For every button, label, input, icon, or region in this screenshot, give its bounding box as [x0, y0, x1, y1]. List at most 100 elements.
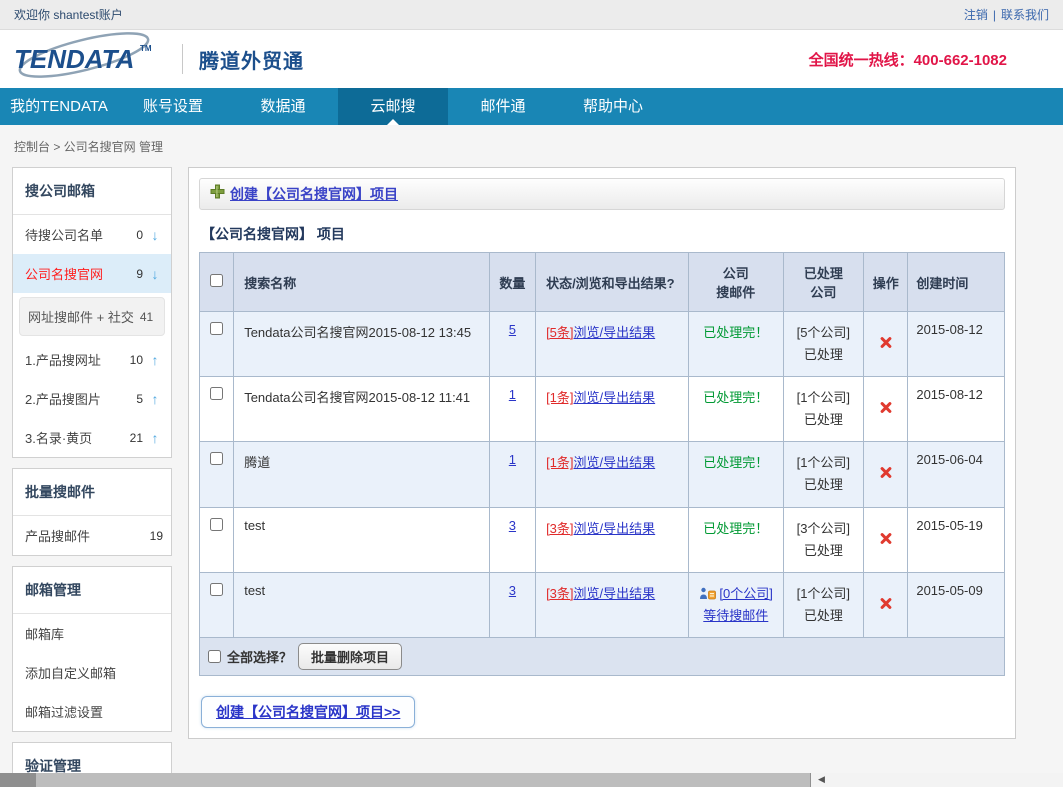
table-row: 腾道 1 [1条]浏览/导出结果 已处理完！ [1个公司] 已处理 2015-0…: [200, 442, 1005, 507]
sidebar-item-directory-yellowpages[interactable]: 3.名录·黄页 21 ↑: [13, 418, 171, 457]
sidebar-item-product-image-search[interactable]: 2.产品搜图片 5 ↑: [13, 379, 171, 418]
batch-delete-button[interactable]: 批量删除项目: [298, 643, 402, 670]
created-date: 2015-05-19: [908, 507, 1005, 572]
browse-export-link[interactable]: 浏览/导出结果: [574, 390, 656, 405]
processed-count: [3个公司]: [797, 521, 850, 536]
sidebar-item-product-url-search[interactable]: 1.产品搜网址 10 ↑: [13, 340, 171, 379]
project-name: Tendata公司名搜官网2015-08-12 13:45: [234, 312, 490, 377]
arrow-down-icon: ↓: [147, 227, 163, 243]
logout-link[interactable]: 注销: [964, 8, 988, 22]
mail-status-done: 已处理完！: [703, 455, 768, 470]
browse-export-link[interactable]: 浏览/导出结果: [574, 455, 656, 470]
project-name: test: [234, 572, 490, 637]
tab-my-tendata[interactable]: 我的TENDATA: [0, 88, 118, 125]
sidebar-item-url-search-social[interactable]: 网址搜邮件 + 社交 41: [19, 297, 165, 336]
sidebar-item-company-name-search[interactable]: 公司名搜官网 9 ↓: [13, 254, 171, 293]
created-date: 2015-05-09: [908, 572, 1005, 637]
tab-data-link[interactable]: 数据通: [228, 88, 338, 125]
col-header-status: 状态/浏览和导出结果?: [536, 253, 689, 312]
result-count-link[interactable]: [1条]: [546, 455, 573, 470]
sidebar: 搜公司邮箱 待搜公司名单 0 ↓ 公司名搜官网 9 ↓ 网址搜邮件 + 社交 4…: [12, 167, 172, 787]
horizontal-scrollbar[interactable]: ◀: [0, 773, 1063, 787]
col-header-quantity: 数量: [489, 253, 535, 312]
people-icon: [699, 586, 720, 601]
select-all-checkbox[interactable]: [208, 650, 221, 663]
scrollbar-thumb-cap: [0, 773, 36, 787]
tab-mail-link[interactable]: 邮件通: [448, 88, 558, 125]
result-count-link[interactable]: [3条]: [546, 521, 573, 536]
quantity-link[interactable]: 1: [509, 387, 516, 402]
contact-us-link[interactable]: 联系我们: [1001, 8, 1049, 22]
row-checkbox[interactable]: [210, 518, 223, 531]
sidebar-item-product-mail-search[interactable]: 产品搜邮件 19: [13, 516, 171, 555]
sidebar-section-title: 邮箱管理: [13, 567, 171, 614]
arrow-down-icon: ↓: [147, 266, 163, 282]
arrow-up-icon: ↑: [147, 391, 163, 407]
result-count-link[interactable]: [1条]: [546, 390, 573, 405]
sidebar-section-title: 搜公司邮箱: [13, 168, 171, 215]
header-select-checkbox[interactable]: [210, 274, 223, 287]
breadcrumb: 控制台 > 公司名搜官网 管理: [0, 125, 1063, 165]
create-project-button[interactable]: 创建【公司名搜官网】项目>>: [201, 696, 415, 728]
quantity-link[interactable]: 5: [509, 322, 516, 337]
projects-table: 搜索名称 数量 状态/浏览和导出结果? 公司 搜邮件 已处理 公司 操作 创建时…: [199, 252, 1005, 676]
sidebar-item-pending-company-list[interactable]: 待搜公司名单 0 ↓: [13, 215, 171, 254]
quantity-link[interactable]: 3: [509, 583, 516, 598]
create-project-link[interactable]: 创建【公司名搜官网】项目: [230, 184, 398, 204]
sidebar-section-search-company-mail: 搜公司邮箱 待搜公司名单 0 ↓ 公司名搜官网 9 ↓ 网址搜邮件 + 社交 4…: [12, 167, 172, 458]
arrow-up-icon: ↑: [147, 352, 163, 368]
processed-count: [1个公司]: [797, 586, 850, 601]
browse-export-link[interactable]: 浏览/导出结果: [574, 586, 656, 601]
processed-count: [5个公司]: [797, 325, 850, 340]
delete-icon[interactable]: [879, 336, 893, 350]
delete-icon[interactable]: [879, 596, 893, 610]
sidebar-section-batch-mail-search: 批量搜邮件 产品搜邮件 19: [12, 468, 172, 556]
sidebar-section-title: 批量搜邮件: [13, 469, 171, 516]
sidebar-item-add-custom-mailbox[interactable]: 添加自定义邮箱: [13, 653, 171, 692]
sidebar-item-mailbox-library[interactable]: 邮箱库: [13, 614, 171, 653]
quantity-link[interactable]: 3: [509, 518, 516, 533]
project-name: 腾道: [234, 442, 490, 507]
main-panel: 创建【公司名搜官网】项目 【公司名搜官网】 项目 搜索名称 数量 状态/浏览和导…: [188, 167, 1016, 739]
brand-name: 腾道外贸通: [199, 45, 304, 74]
result-count-link[interactable]: [5条]: [546, 325, 573, 340]
created-date: 2015-08-12: [908, 377, 1005, 442]
table-header-row: 搜索名称 数量 状态/浏览和导出结果? 公司 搜邮件 已处理 公司 操作 创建时…: [200, 253, 1005, 312]
result-count-link[interactable]: [3条]: [546, 586, 573, 601]
mail-status-done: 已处理完！: [703, 521, 768, 536]
browse-export-link[interactable]: 浏览/导出结果: [574, 521, 656, 536]
delete-icon[interactable]: [879, 531, 893, 545]
table-row: test 3 [3条]浏览/导出结果 已处理完！ [3个公司] 已处理 2015…: [200, 507, 1005, 572]
tab-help-center[interactable]: 帮助中心: [558, 88, 668, 125]
tab-account-settings[interactable]: 账号设置: [118, 88, 228, 125]
tab-cloud-mail-search[interactable]: 云邮搜: [338, 88, 448, 125]
plus-icon: [210, 184, 225, 204]
hotline-text: 全国统一热线：400-662-1082: [809, 49, 1007, 70]
processed-count: [1个公司]: [797, 455, 850, 470]
row-checkbox[interactable]: [210, 322, 223, 335]
waiting-search-mail-link[interactable]: 等待搜邮件: [703, 608, 768, 623]
sidebar-item-mail-filter-settings[interactable]: 邮箱过滤设置: [13, 692, 171, 731]
logo-divider: [182, 44, 183, 74]
delete-icon[interactable]: [879, 401, 893, 415]
scrollbar-thumb[interactable]: [0, 773, 810, 787]
browse-export-link[interactable]: 浏览/导出结果: [574, 325, 656, 340]
delete-icon[interactable]: [879, 466, 893, 480]
col-header-name: 搜索名称: [234, 253, 490, 312]
quantity-link[interactable]: 1: [509, 452, 516, 467]
waiting-count-link[interactable]: [0个公司]: [719, 586, 772, 601]
welcome-text: 欢迎你 shantest账户: [14, 6, 123, 23]
tendata-logo: TENDATA TM: [12, 31, 172, 88]
mail-status-done: 已处理完！: [703, 325, 768, 340]
svg-text:TM: TM: [140, 44, 152, 53]
table-row: test 3 [3条]浏览/导出结果: [200, 572, 1005, 637]
row-checkbox[interactable]: [210, 583, 223, 596]
row-checkbox[interactable]: [210, 452, 223, 465]
row-checkbox[interactable]: [210, 387, 223, 400]
arrow-up-icon: ↑: [147, 430, 163, 446]
col-header-company-mail: 公司 搜邮件: [689, 253, 784, 312]
project-name: Tendata公司名搜官网2015-08-12 11:41: [234, 377, 490, 442]
scroll-left-icon[interactable]: ◀: [818, 774, 825, 785]
created-date: 2015-08-12: [908, 312, 1005, 377]
table-row: Tendata公司名搜官网2015-08-12 13:45 5 [5条]浏览/导…: [200, 312, 1005, 377]
